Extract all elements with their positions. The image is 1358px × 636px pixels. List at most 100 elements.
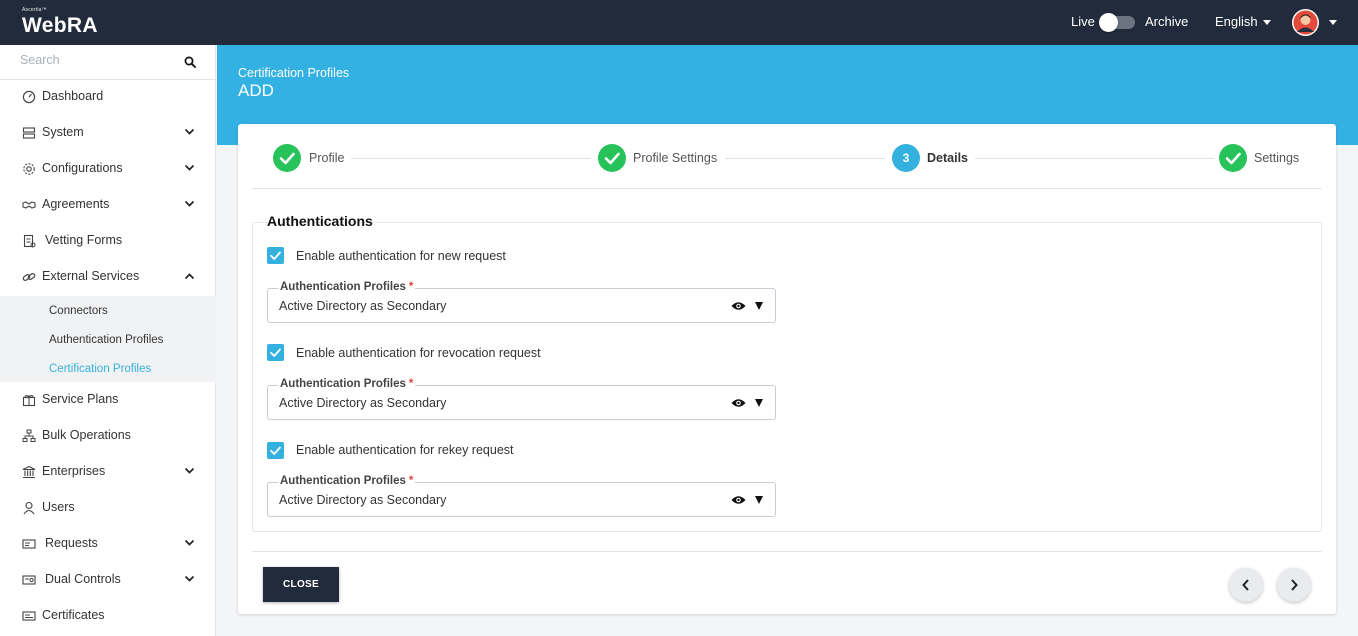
chevron-down-icon[interactable] bbox=[1329, 20, 1337, 25]
form-icon bbox=[23, 234, 36, 248]
sidebar-subitem-certification-profiles[interactable]: Certification Profiles bbox=[49, 363, 151, 375]
sidebar-item-system[interactable]: System bbox=[0, 115, 216, 151]
language-selector[interactable]: English bbox=[1215, 14, 1271, 29]
previous-button[interactable] bbox=[1229, 568, 1263, 602]
required-marker: * bbox=[408, 281, 414, 293]
external-services-submenu: Connectors Authentication Profiles Certi… bbox=[0, 296, 216, 382]
step-label-profile-settings[interactable]: Profile Settings bbox=[633, 151, 717, 165]
avatar[interactable] bbox=[1292, 9, 1319, 36]
sidebar-item-dual-controls[interactable]: Dual Controls bbox=[0, 562, 216, 598]
sidebar: Dashboard System Configurations Agreemen… bbox=[0, 45, 216, 636]
eye-icon[interactable] bbox=[731, 398, 746, 408]
chevron-up-icon[interactable] bbox=[184, 272, 195, 280]
sidebar-item-dashboard[interactable]: Dashboard bbox=[0, 79, 216, 115]
select-value: Active Directory as Secondary bbox=[279, 493, 447, 507]
chevron-right-icon bbox=[1291, 579, 1298, 591]
archive-label: Archive bbox=[1145, 14, 1189, 29]
toggle-knob[interactable] bbox=[1099, 13, 1118, 32]
chevron-down-icon[interactable] bbox=[184, 164, 195, 172]
dropdown-arrow-icon[interactable] bbox=[755, 302, 763, 310]
live-archive-toggle[interactable] bbox=[1099, 13, 1135, 32]
sidebar-item-vetting-forms[interactable]: Vetting Forms bbox=[0, 223, 216, 259]
eye-icon[interactable] bbox=[731, 301, 746, 311]
search-input[interactable] bbox=[20, 53, 170, 67]
step-4-check[interactable] bbox=[1219, 144, 1247, 172]
sidebar-subitem-authentication-profiles[interactable]: Authentication Profiles bbox=[49, 334, 163, 346]
footer-divider bbox=[252, 551, 1322, 552]
step-3-number[interactable]: 3 bbox=[892, 144, 920, 172]
check-icon bbox=[279, 152, 295, 165]
breadcrumb[interactable]: Certification Profiles bbox=[238, 66, 349, 80]
check-icon bbox=[1225, 152, 1241, 165]
sidebar-item-configurations[interactable]: Configurations bbox=[0, 151, 216, 187]
sidebar-item-bulk-operations[interactable]: Bulk Operations bbox=[0, 418, 216, 454]
rekey-request-checkbox[interactable] bbox=[267, 442, 284, 459]
step-2-check[interactable] bbox=[598, 144, 626, 172]
checkbox-label[interactable]: Enable authentication for rekey request bbox=[296, 443, 514, 457]
chevron-down-icon[interactable] bbox=[184, 539, 195, 547]
brand-logo[interactable]: Ascertia™ WebRA bbox=[22, 7, 98, 38]
step-label-details[interactable]: Details bbox=[927, 151, 968, 165]
sidebar-subitem-connectors[interactable]: Connectors bbox=[49, 305, 108, 317]
sidebar-item-certificates[interactable]: Certificates bbox=[0, 598, 216, 634]
authentication-profiles-select[interactable]: Authentication Profiles * Active Director… bbox=[267, 475, 776, 517]
field-label-text: Authentication Profiles bbox=[280, 378, 406, 390]
eye-icon[interactable] bbox=[731, 495, 746, 505]
sidebar-item-requests[interactable]: Requests bbox=[0, 526, 216, 562]
brand-small-text: Ascertia™ bbox=[22, 7, 47, 13]
sidebar-item-label: Configurations bbox=[42, 161, 123, 175]
search-icon[interactable] bbox=[184, 56, 196, 68]
sidebar-item-enterprises[interactable]: Enterprises bbox=[0, 454, 216, 490]
revocation-request-checkbox[interactable] bbox=[267, 344, 284, 361]
close-button[interactable]: CLOSE bbox=[263, 567, 339, 602]
dropdown-arrow-icon[interactable] bbox=[755, 399, 763, 407]
sidebar-item-service-plans[interactable]: Service Plans bbox=[0, 382, 216, 418]
top-bar: Ascertia™ WebRA Live Archive English bbox=[0, 0, 1358, 45]
check-icon bbox=[604, 152, 620, 165]
avatar-icon bbox=[1293, 10, 1318, 35]
sidebar-item-label: Agreements bbox=[42, 197, 110, 211]
chevron-down-icon[interactable] bbox=[184, 467, 195, 475]
hierarchy-icon bbox=[22, 429, 36, 442]
step-label-profile[interactable]: Profile bbox=[309, 151, 344, 165]
authentication-profiles-select[interactable]: Authentication Profiles * Active Director… bbox=[267, 378, 776, 420]
chevron-left-icon bbox=[1242, 579, 1249, 591]
sidebar-item-agreements[interactable]: Agreements bbox=[0, 187, 216, 223]
live-label: Live bbox=[1071, 14, 1095, 29]
dropdown-arrow-icon[interactable] bbox=[755, 496, 763, 504]
requests-icon bbox=[22, 539, 36, 549]
field-label: Authentication Profiles * bbox=[278, 378, 416, 390]
sidebar-item-label: Enterprises bbox=[42, 464, 106, 478]
step-label-settings[interactable]: Settings bbox=[1254, 151, 1299, 165]
sidebar-item-users[interactable]: Users bbox=[0, 490, 216, 526]
step-1-check[interactable] bbox=[273, 144, 301, 172]
brand-name: WebRA bbox=[22, 14, 98, 37]
new-request-checkbox[interactable] bbox=[267, 247, 284, 264]
sidebar-item-label: External Services bbox=[42, 269, 140, 283]
select-value: Active Directory as Secondary bbox=[279, 299, 447, 313]
field-label-text: Authentication Profiles bbox=[280, 281, 406, 293]
server-icon bbox=[22, 127, 36, 139]
link-icon bbox=[22, 273, 36, 281]
stepper-divider bbox=[252, 188, 1322, 189]
wizard-card: Profile Profile Settings 3 Details Setti… bbox=[238, 124, 1336, 614]
dashboard-icon bbox=[22, 90, 36, 104]
checkbox-label[interactable]: Enable authentication for revocation req… bbox=[296, 346, 541, 360]
sidebar-item-label: Users bbox=[42, 500, 75, 514]
chevron-down-icon[interactable] bbox=[184, 575, 195, 583]
next-button[interactable] bbox=[1277, 568, 1311, 602]
sidebar-item-label: Service Plans bbox=[42, 392, 119, 406]
sidebar-item-external-services[interactable]: External Services bbox=[0, 259, 216, 295]
chevron-down-icon[interactable] bbox=[184, 200, 195, 208]
chevron-down-icon bbox=[1262, 20, 1271, 26]
chevron-down-icon[interactable] bbox=[184, 128, 195, 136]
check-icon bbox=[270, 251, 281, 260]
gift-icon bbox=[22, 394, 36, 407]
authentication-profiles-select[interactable]: Authentication Profiles * Active Director… bbox=[267, 281, 776, 323]
checkbox-label[interactable]: Enable authentication for new request bbox=[296, 249, 506, 263]
field-label-text: Authentication Profiles bbox=[280, 475, 406, 487]
sidebar-item-label: Bulk Operations bbox=[42, 428, 131, 442]
dual-control-icon bbox=[22, 575, 36, 585]
certificate-icon bbox=[22, 611, 36, 621]
handshake-icon bbox=[22, 201, 36, 209]
